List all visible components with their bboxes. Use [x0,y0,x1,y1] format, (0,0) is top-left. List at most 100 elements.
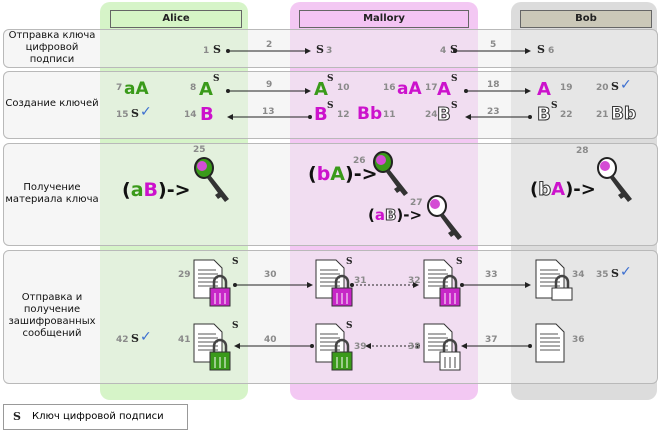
mallory-public-key-B: B [314,104,328,125]
bob-key-pair-Bb: Bb [610,104,637,125]
signature-key-icon: S [451,101,458,111]
signature-key-icon: S [232,257,239,267]
signature-key-icon: S [232,321,239,331]
key-A: A [551,179,566,200]
legend-text: Ключ цифровой подписи [32,411,164,422]
step-16: 16 [383,83,396,93]
verified-check-icon: ✓ [140,104,152,120]
step-34: 34 [572,270,585,280]
paren-close: ) [345,163,354,185]
key-A: A [330,163,346,185]
step-9: 9 [266,80,273,90]
alice-key-material: (aB)-> [122,179,191,201]
paren-open: ( [122,179,131,201]
signature-key-icon: S [450,43,458,56]
paren-close: ) [158,179,167,201]
signature-key-icon: S [346,257,353,267]
key-a: a [374,206,385,224]
signature-key-icon: S [537,43,545,56]
alice-key-pair-aA: aA [124,79,149,99]
step-22: 22 [560,110,573,120]
verified-check-icon: ✓ [620,264,632,280]
step-19: 19 [560,83,573,93]
step-26: 26 [353,156,366,166]
signature-key-icon: S [346,321,353,331]
verified-check-icon: ✓ [620,77,632,93]
step-39: 39 [354,342,367,352]
signature-key-icon: S [131,107,139,120]
step-31: 31 [354,276,367,286]
step-32: 32 [408,276,421,286]
key-b: b [316,163,331,185]
step-33: 33 [485,270,498,280]
step-14: 14 [184,110,197,120]
step-42: 42 [116,335,129,345]
step-35: 35 [596,270,609,280]
step-7: 7 [116,83,123,93]
signature-key-icon: S [213,43,221,56]
signature-key-icon: S [611,80,619,93]
step-25: 25 [193,145,206,155]
mallory-key-pair-Bb: Bb [357,104,383,124]
step-15: 15 [116,110,129,120]
mallory-public-key-A: A [437,79,451,100]
key-b: b [538,179,552,201]
step-11: 11 [383,110,396,120]
step-18: 18 [487,80,500,90]
step-4: 4 [440,46,447,56]
step-36: 36 [572,335,585,345]
step-2: 2 [266,40,273,50]
alice-received-key-B: B [200,104,214,125]
decrypted-document-icon [193,323,231,371]
bob-received-key-A: A [537,79,551,100]
step-17: 17 [425,83,438,93]
step-20: 20 [596,83,609,93]
step-12: 12 [337,110,350,120]
key-icon [194,157,229,202]
step-3: 3 [326,46,333,56]
signature-key-icon: S [327,101,334,111]
step-41: 41 [178,335,191,345]
step-40: 40 [264,335,277,345]
signature-key-icon: S [316,43,324,56]
signature-key-icon: S [456,257,463,267]
paren-open: ( [368,206,375,224]
bob-key-material: (bA)-> [530,179,596,201]
document-icon [535,323,565,363]
key-icon [373,151,408,196]
step-10: 10 [337,83,350,93]
signature-key-icon: S [611,267,619,280]
bob-public-key-B: B [537,104,552,126]
mallory-key-pair-aA: aA [397,79,422,99]
signature-key-icon: S [451,74,458,84]
step-30: 30 [264,270,277,280]
encrypted-document-icon [423,323,461,371]
arrows-layer [226,48,532,349]
verified-check-icon: ✓ [140,329,152,345]
key-icon [427,195,462,240]
step-6: 6 [548,46,555,56]
arrow-glyph: -> [403,206,423,224]
step-1: 1 [203,46,210,56]
legend: S Ключ цифровой подписи [3,404,188,430]
step-24: 24 [425,110,438,120]
paren-open: ( [308,163,317,185]
key-B: B [384,206,397,225]
step-37: 37 [485,335,498,345]
alice-public-key-A: A [199,79,213,100]
step-21: 21 [596,110,609,120]
step-29: 29 [178,270,191,280]
signature-key-icon: S [327,74,334,84]
step-23: 23 [487,107,500,117]
signature-key-icon: S [213,74,220,84]
key-a: a [130,179,144,201]
step-38: 38 [408,342,421,352]
encrypted-document-icon [193,259,231,307]
signature-key-icon: S [131,332,139,345]
key-B: B [143,179,158,201]
key-icon [597,157,632,202]
step-5: 5 [490,40,497,50]
legend-symbol: S [13,410,21,423]
document-icon [535,259,573,301]
mallory-key-material-2: (aB)-> [368,206,423,225]
